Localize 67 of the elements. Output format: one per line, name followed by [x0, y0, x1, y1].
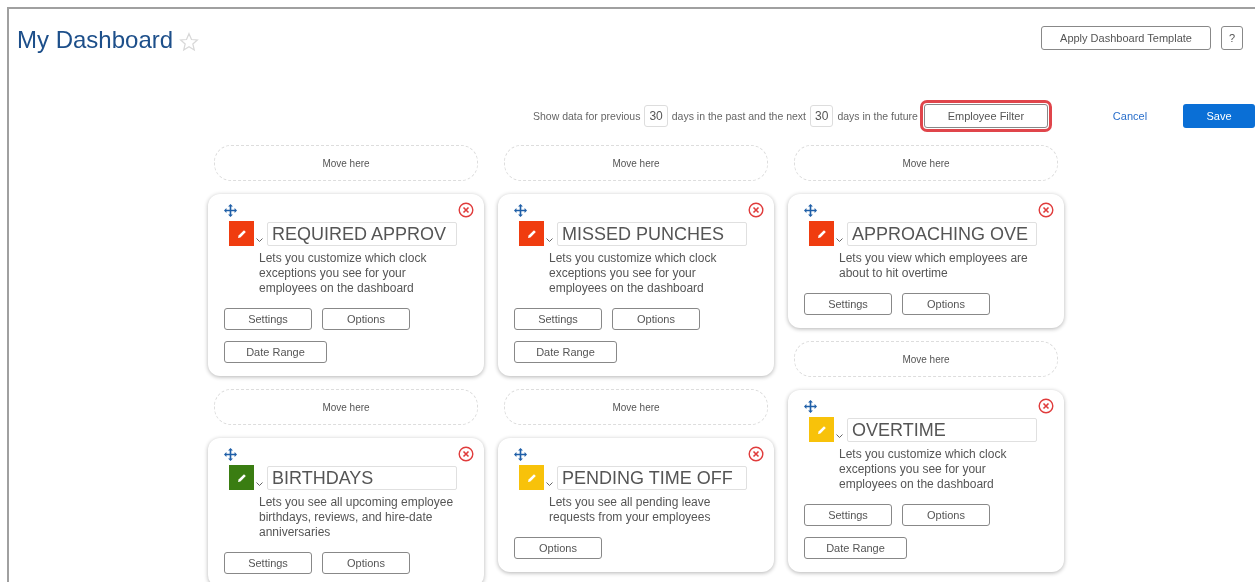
- widget-button[interactable]: Options: [612, 308, 700, 330]
- widget-button[interactable]: Options: [322, 308, 410, 330]
- widget-description: Lets you view which employees are about to hit overtime: [839, 251, 1029, 281]
- move-icon[interactable]: [804, 203, 817, 217]
- drop-zone[interactable]: Move here: [794, 145, 1058, 181]
- widget-button[interactable]: Date Range: [514, 341, 617, 363]
- remove-icon[interactable]: [458, 202, 474, 218]
- title-field[interactable]: PENDING TIME OFF: [557, 466, 747, 490]
- move-icon[interactable]: [514, 447, 527, 461]
- cancel-link[interactable]: Cancel: [1112, 110, 1148, 122]
- move-icon[interactable]: [804, 399, 817, 413]
- remove-icon[interactable]: [1038, 202, 1054, 218]
- widget-button[interactable]: Settings: [224, 552, 312, 574]
- widget-description: Lets you see all pending leave requests from your employees: [549, 495, 712, 525]
- range-label: days in the past and the next: [671, 110, 807, 122]
- remove-icon[interactable]: [458, 446, 474, 462]
- remove-icon[interactable]: [1038, 398, 1054, 414]
- widget-button[interactable]: Settings: [224, 308, 312, 330]
- widget-description: Lets you customize which clock exceptions you see for your employees on the dashboard: [259, 251, 428, 296]
- move-icon[interactable]: [514, 203, 527, 217]
- widget-button[interactable]: Options: [514, 537, 602, 559]
- widget-button[interactable]: Date Range: [224, 341, 327, 363]
- color-picker-button[interactable]: [809, 417, 834, 442]
- color-picker-button[interactable]: [809, 221, 834, 246]
- color-picker-button[interactable]: [229, 221, 254, 246]
- remove-icon[interactable]: [748, 446, 764, 462]
- widget-description: Lets you customize which clock exceptions you see for your employees on the dashboard: [839, 447, 1008, 492]
- widget-button[interactable]: Date Range: [804, 537, 907, 559]
- past-days-field[interactable]: 30: [644, 105, 668, 127]
- drop-zone[interactable]: Move here: [214, 145, 478, 181]
- caret-icon[interactable]: [256, 238, 263, 243]
- drop-zone[interactable]: Move here: [504, 145, 768, 181]
- title-field[interactable]: REQUIRED APPROV: [267, 222, 457, 246]
- caret-icon[interactable]: [836, 434, 843, 439]
- move-icon[interactable]: [224, 447, 237, 461]
- caret-icon[interactable]: [546, 482, 553, 487]
- widget-button[interactable]: Settings: [804, 504, 892, 526]
- apply-template-button[interactable]: Apply Dashboard Template: [1041, 26, 1211, 50]
- drop-zone[interactable]: Move here: [504, 389, 768, 425]
- help-button[interactable]: ?: [1221, 26, 1243, 50]
- caret-icon[interactable]: [546, 238, 553, 243]
- remove-icon[interactable]: [748, 202, 764, 218]
- future-days-field[interactable]: 30: [810, 105, 834, 127]
- range-label: Show data for previous: [533, 110, 641, 122]
- caret-icon[interactable]: [836, 238, 843, 243]
- widget-button[interactable]: Options: [322, 552, 410, 574]
- widget-description: Lets you see all upcoming employee birthdays, reviews, and hire-date anniversaries: [259, 495, 455, 540]
- widget-button[interactable]: Settings: [804, 293, 892, 315]
- star-icon[interactable]: [179, 31, 200, 52]
- widget-button[interactable]: Options: [902, 504, 990, 526]
- drop-zone[interactable]: Move here: [214, 389, 478, 425]
- page-title: My Dashboard: [17, 26, 174, 54]
- title-field[interactable]: APPROACHING OVE: [847, 222, 1037, 246]
- widget-button[interactable]: Options: [902, 293, 990, 315]
- save-button[interactable]: Save: [1183, 104, 1255, 128]
- caret-icon[interactable]: [256, 482, 263, 487]
- color-picker-button[interactable]: [229, 465, 254, 490]
- drop-zone[interactable]: Move here: [794, 341, 1058, 377]
- move-icon[interactable]: [224, 203, 237, 217]
- color-picker-button[interactable]: [519, 465, 544, 490]
- widget-button[interactable]: Settings: [514, 308, 602, 330]
- title-field[interactable]: OVERTIME: [847, 418, 1037, 442]
- title-field[interactable]: MISSED PUNCHES: [557, 222, 747, 246]
- title-field[interactable]: BIRTHDAYS: [267, 466, 457, 490]
- color-picker-button[interactable]: [519, 221, 544, 246]
- widget-description: Lets you customize which clock exceptions you see for your employees on the dashboard: [549, 251, 718, 296]
- range-label: days in the future: [837, 110, 918, 122]
